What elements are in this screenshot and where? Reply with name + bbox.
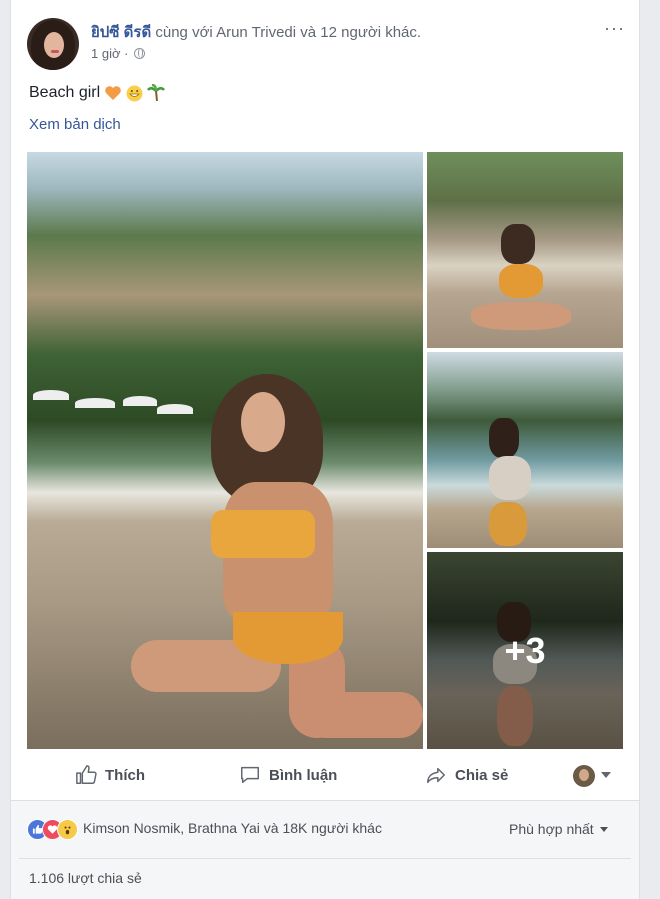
share-count[interactable]: 1.106 lượt chia sẻ bbox=[29, 870, 142, 886]
swimsuit-bottom bbox=[233, 612, 343, 664]
palm-tree-icon bbox=[147, 84, 166, 102]
orange-heart-icon bbox=[105, 86, 121, 100]
share-label: Chia sẻ bbox=[455, 766, 509, 784]
see-translation-link[interactable]: Xem bản dịch bbox=[29, 116, 121, 133]
beach-umbrella bbox=[123, 396, 157, 406]
like-button[interactable]: Thích bbox=[75, 752, 145, 798]
post-time[interactable]: 1 giờ · bbox=[91, 46, 128, 61]
comment-button[interactable]: Bình luận bbox=[239, 752, 337, 798]
sort-label: Phù hợp nhất bbox=[509, 821, 594, 837]
person-hair bbox=[501, 224, 535, 264]
tagged-people[interactable]: cùng với Arun Trivedi và 12 người khác. bbox=[155, 24, 421, 41]
thumbnail-photo-3[interactable]: +3 bbox=[427, 552, 623, 749]
person-leg bbox=[471, 302, 571, 330]
post-caption: Beach girl bbox=[29, 84, 101, 101]
author-avatar[interactable] bbox=[27, 18, 79, 70]
post-card: ยิปซี ดีรดี cùng với Arun Trivedi và 12 … bbox=[10, 0, 640, 899]
swimsuit bbox=[489, 502, 527, 546]
person-leg bbox=[303, 692, 423, 738]
comment-label: Bình luận bbox=[269, 766, 338, 784]
person-face bbox=[241, 392, 285, 452]
swimsuit-top bbox=[211, 510, 315, 558]
swimsuit bbox=[499, 264, 543, 298]
author-name[interactable]: ยิปซี ดีรดี bbox=[91, 24, 151, 41]
grinning-face-icon bbox=[126, 85, 143, 101]
avatar-face bbox=[44, 32, 64, 58]
more-options-icon[interactable]: ··· bbox=[604, 18, 625, 39]
comment-sort-dropdown[interactable]: Phù hợp nhất bbox=[509, 821, 608, 837]
globe-icon bbox=[134, 48, 146, 59]
divider bbox=[19, 858, 631, 859]
thumbs-up-icon bbox=[76, 765, 97, 784]
thumbnail-photo-1[interactable] bbox=[427, 152, 623, 348]
beach-umbrella bbox=[157, 404, 193, 414]
person-shirt bbox=[489, 456, 531, 500]
beach-umbrella bbox=[75, 398, 115, 408]
post-meta: 1 giờ · bbox=[91, 46, 146, 61]
like-label: Thích bbox=[105, 766, 145, 784]
post-text: Beach girl bbox=[29, 84, 166, 102]
person-hair bbox=[489, 418, 519, 458]
beach-umbrella bbox=[33, 390, 69, 400]
avatar-lips bbox=[51, 50, 59, 53]
share-arrow-icon bbox=[427, 767, 445, 784]
share-button[interactable]: Chia sẻ bbox=[425, 752, 508, 798]
post-as-avatar[interactable] bbox=[573, 765, 595, 787]
main-photo[interactable] bbox=[27, 152, 423, 749]
post-header: ยิปซี ดีรดี cùng với Arun Trivedi và 12 … bbox=[91, 20, 421, 44]
thumbnail-photo-2[interactable] bbox=[427, 352, 623, 548]
chevron-down-icon[interactable] bbox=[601, 772, 611, 778]
reaction-names[interactable]: Kimson Nosmik, Brathna Yai và 18K người … bbox=[83, 820, 382, 836]
comment-icon bbox=[241, 766, 259, 784]
wow-reaction-icon[interactable] bbox=[57, 819, 78, 840]
chevron-down-icon bbox=[599, 826, 608, 832]
more-photos-count[interactable]: +3 bbox=[427, 552, 623, 749]
